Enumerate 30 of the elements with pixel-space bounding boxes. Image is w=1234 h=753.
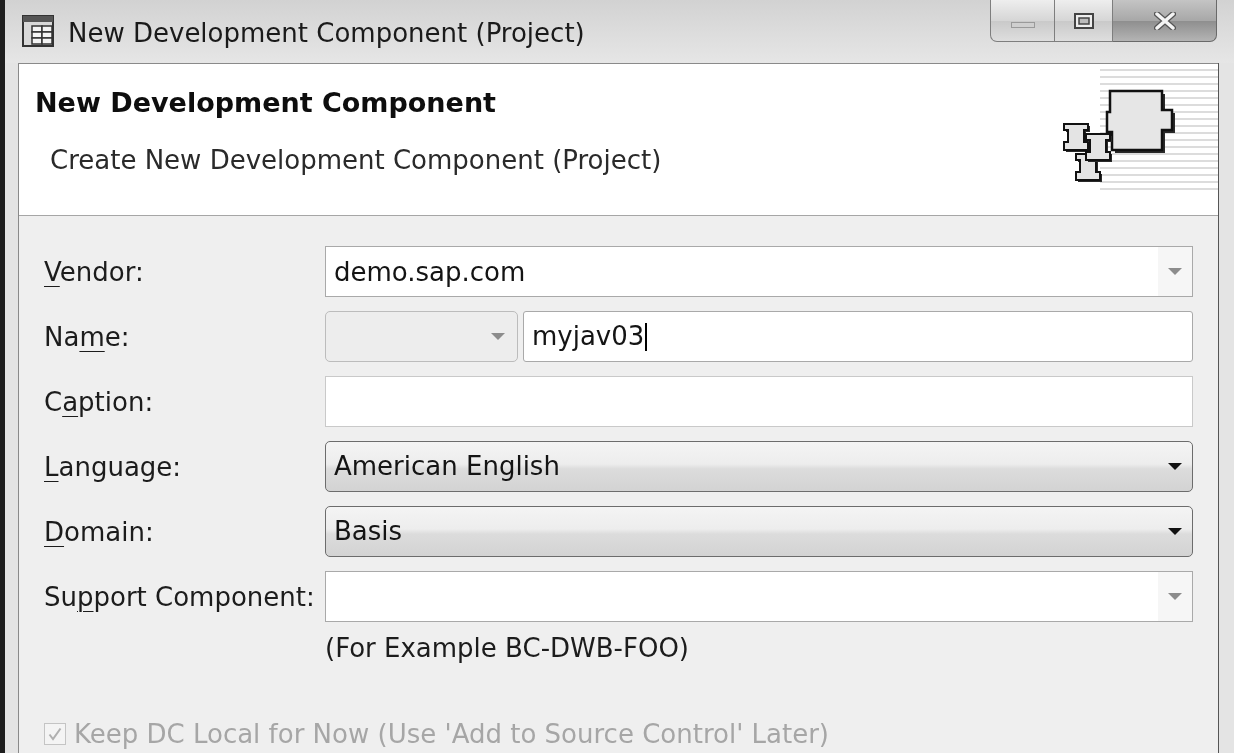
puzzle-pieces-icon — [1062, 88, 1176, 184]
name-input[interactable]: myjav03 — [523, 311, 1193, 362]
caret-down-icon — [1168, 593, 1182, 600]
field-label: Vendor: — [44, 255, 144, 288]
field-label: Support Component: — [44, 580, 315, 613]
caret-down-icon — [1168, 528, 1182, 535]
example-hint: (For Example BC-DWB-FOO) — [325, 632, 689, 664]
close-icon — [1153, 11, 1176, 30]
maximize-button[interactable] — [1055, 0, 1113, 42]
combo-box[interactable]: demo.sap.com — [325, 246, 1193, 297]
maximize-icon — [1073, 12, 1094, 29]
caret-down-icon — [1168, 268, 1182, 275]
field-label: Name: — [44, 320, 130, 353]
text-input[interactable] — [325, 376, 1193, 427]
window-title: New Development Component (Project) — [68, 17, 585, 49]
checkmark-icon — [48, 727, 62, 741]
caret-down-icon — [491, 333, 505, 340]
window-grid-icon — [22, 15, 56, 49]
dropdown[interactable]: American English — [325, 441, 1193, 492]
field-label: Caption: — [44, 385, 154, 418]
field-label: Language: — [44, 450, 182, 483]
header-title: New Development Component — [35, 87, 497, 119]
dropdown[interactable]: Basis — [325, 506, 1193, 557]
header-subtitle: Create New Development Component (Project) — [50, 144, 662, 176]
close-button[interactable] — [1113, 0, 1217, 42]
checkbox-label: Keep DC Local for Now (Use 'Add to Source Control' Later) — [74, 720, 829, 748]
caret-down-icon — [1168, 463, 1182, 470]
field-label: Domain: — [44, 515, 154, 548]
minimize-icon — [1010, 21, 1035, 28]
combo-box[interactable] — [325, 571, 1193, 622]
